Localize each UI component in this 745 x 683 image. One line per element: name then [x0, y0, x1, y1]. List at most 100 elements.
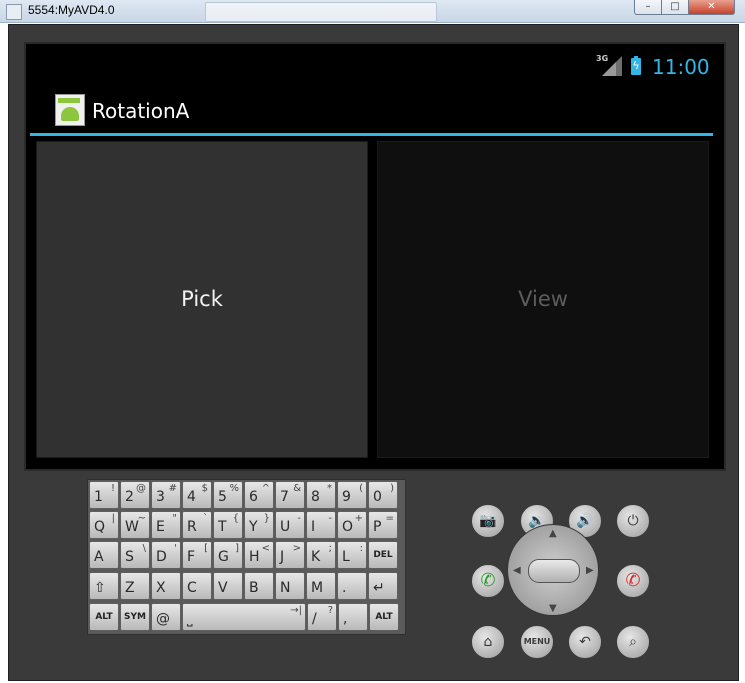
key-row4-6[interactable]: N: [275, 572, 305, 600]
status-bar: 3G ϟ 11:00: [30, 48, 720, 88]
key-alt-label: `: [203, 513, 208, 524]
key-row4-2[interactable]: X: [151, 572, 181, 600]
key-row1-7[interactable]: 8 *: [306, 481, 336, 509]
device-screen: 3G ϟ 11:00 RotationA Pick View: [30, 48, 720, 465]
key-label: E: [156, 519, 165, 535]
action-bar-title: RotationA: [92, 99, 190, 123]
key-row3-7[interactable]: K;: [306, 541, 336, 569]
action-bar-divider: [30, 133, 713, 136]
key-row3-1[interactable]: S \: [120, 541, 150, 569]
key-row4-9[interactable]: ↵: [368, 572, 398, 600]
key-row4-7[interactable]: M: [306, 572, 336, 600]
end-call-button[interactable]: ✆: [616, 564, 650, 598]
key-label: 1: [94, 489, 103, 505]
key-label: S: [125, 549, 134, 565]
power-button[interactable]: ⏻: [616, 504, 650, 538]
key-row1-5[interactable]: 6 ^: [244, 481, 274, 509]
key-row1-9[interactable]: 0): [368, 481, 398, 509]
key-label: ,: [343, 611, 348, 627]
key-row3-3[interactable]: F[: [182, 541, 212, 569]
key-row3-5[interactable]: H <: [244, 541, 274, 569]
key-row3-0[interactable]: A: [89, 541, 119, 569]
key-row2-0[interactable]: Q |: [89, 511, 119, 539]
key-alt-label: $: [201, 483, 208, 494]
search-button[interactable]: ⌕: [616, 625, 650, 659]
key-row2-4[interactable]: T{: [213, 511, 243, 539]
maximize-button[interactable]: □: [661, 0, 689, 15]
key-row3-9[interactable]: DEL: [368, 541, 398, 569]
dpad-left-icon[interactable]: ◀: [513, 565, 521, 576]
key-row4-1[interactable]: Z: [120, 572, 150, 600]
key-row3-6[interactable]: J >: [275, 541, 305, 569]
key-row1-8[interactable]: 9(: [337, 481, 367, 509]
dpad[interactable]: ▲ ▼ ◀ ▶: [507, 524, 599, 616]
key-label: V: [218, 580, 228, 596]
key-label: ↵: [373, 580, 385, 596]
call-button[interactable]: ✆: [471, 564, 505, 598]
key-alt-label: (: [359, 483, 363, 494]
dpad-center-button[interactable]: [528, 559, 580, 583]
key-alt-label: <: [261, 543, 270, 554]
key-alt-label: %: [229, 483, 239, 494]
key-alt-label: ?: [327, 605, 333, 616]
key-row1-3[interactable]: 4 $: [182, 481, 212, 509]
key-row5-5[interactable]: ,: [338, 603, 368, 631]
key-row2-3[interactable]: R `: [182, 511, 212, 539]
pick-button[interactable]: Pick: [36, 141, 368, 458]
key-row5-4[interactable]: /?: [307, 603, 337, 631]
key-row1-4[interactable]: 5%: [213, 481, 243, 509]
key-row5-1[interactable]: SYM: [120, 603, 150, 631]
hardware-keyboard: 1! 2 @3 #4 $5% 6 ^ 7 & 8 * 9(0) Q | W ~ E " R ` T{Y} U - I - O + P…: [87, 479, 406, 635]
menu-button[interactable]: MENU: [520, 625, 554, 659]
key-label: /: [312, 611, 317, 627]
key-label: M: [311, 580, 324, 596]
key-row2-2[interactable]: E ": [151, 511, 181, 539]
close-button[interactable]: ✕: [688, 0, 735, 15]
key-row4-8[interactable]: .: [337, 572, 367, 600]
key-alt-label: &: [293, 483, 301, 494]
view-button[interactable]: View: [377, 141, 709, 458]
key-label: 2: [125, 489, 134, 505]
camera-button[interactable]: 📷: [471, 504, 505, 538]
app-launcher-icon[interactable]: [55, 94, 85, 126]
key-row3-4[interactable]: G]: [213, 541, 243, 569]
back-icon: ↶: [579, 634, 591, 650]
key-row3-2[interactable]: D ': [151, 541, 181, 569]
back-button[interactable]: ↶: [568, 625, 602, 659]
background-window-tab: [205, 2, 437, 22]
battery-icon: ϟ: [631, 56, 641, 75]
signal-icon: [602, 56, 622, 76]
key-row4-4[interactable]: V: [213, 572, 243, 600]
view-label: View: [518, 287, 568, 311]
maximize-icon: □: [670, 1, 680, 12]
key-alt-label: +: [354, 513, 363, 524]
key-row3-8[interactable]: L:: [337, 541, 367, 569]
key-row5-6[interactable]: ALT: [369, 603, 399, 631]
key-label: O: [342, 519, 354, 535]
key-row4-5[interactable]: B: [244, 572, 274, 600]
dpad-right-icon[interactable]: ▶: [586, 565, 594, 576]
home-button[interactable]: ⌂: [471, 625, 505, 659]
key-row5-2[interactable]: @: [151, 603, 181, 631]
key-row2-8[interactable]: O +: [337, 511, 367, 539]
minimize-button[interactable]: –: [634, 0, 662, 15]
key-row4-0[interactable]: ⇧: [89, 572, 119, 600]
key-row2-5[interactable]: Y}: [244, 511, 274, 539]
key-row5-0[interactable]: ALT: [89, 603, 119, 631]
dpad-up-icon[interactable]: ▲: [549, 528, 557, 539]
key-label: R: [187, 519, 197, 535]
key-label: I: [311, 519, 316, 535]
key-row2-7[interactable]: I-: [306, 511, 336, 539]
key-row1-1[interactable]: 2 @: [120, 481, 150, 509]
key-row5-3[interactable]: ⎵ →|: [182, 603, 306, 631]
key-label: 6: [249, 489, 258, 505]
key-row1-0[interactable]: 1!: [89, 481, 119, 509]
key-row2-1[interactable]: W ~: [120, 511, 150, 539]
key-row4-3[interactable]: C: [182, 572, 212, 600]
key-row2-9[interactable]: P =: [368, 511, 398, 539]
key-row1-6[interactable]: 7 &: [275, 481, 305, 509]
key-row2-6[interactable]: U-: [275, 511, 305, 539]
key-label: SYM: [124, 612, 146, 622]
dpad-down-icon[interactable]: ▼: [549, 603, 557, 614]
key-row1-2[interactable]: 3 #: [151, 481, 181, 509]
